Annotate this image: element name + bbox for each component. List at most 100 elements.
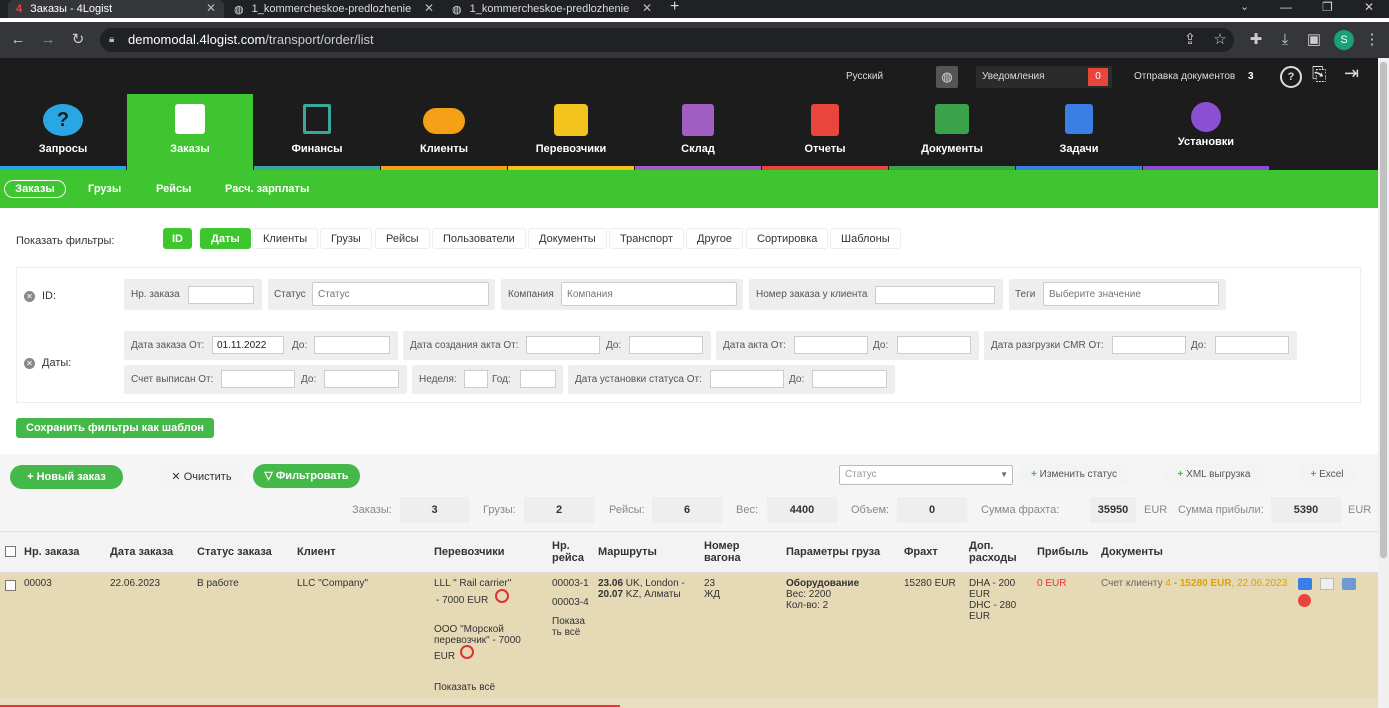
xml-export-button[interactable]: + XML выгрузка	[1164, 463, 1264, 487]
cmr-date-to-input[interactable]	[1215, 336, 1289, 354]
browser-tab[interactable]: ◍ 1_kommercheskoe-predlozhenie ✕	[226, 0, 442, 18]
col-trip-number[interactable]: Нр. рейса	[552, 540, 592, 564]
nav-otchety[interactable]: Отчеты	[762, 94, 888, 170]
nav-perevozchiki[interactable]: Перевозчики	[508, 94, 634, 170]
save-filter-template-button[interactable]: Сохранить фильтры как шаблон	[16, 418, 214, 438]
nav-ustanovki[interactable]: Установки	[1143, 94, 1269, 170]
col-carriers[interactable]: Перевозчики	[434, 546, 505, 558]
tab-search-icon[interactable]: ⌄	[1240, 0, 1249, 13]
col-extra-costs[interactable]: Доп. расходы	[969, 540, 1021, 564]
col-freight[interactable]: Фрахт	[904, 546, 938, 558]
close-tab-icon[interactable]: ✕	[642, 1, 652, 15]
subnav-orders[interactable]: Заказы	[2, 178, 68, 200]
sidepanel-icon[interactable]: ▣	[1304, 30, 1324, 50]
close-window-icon[interactable]: ✕	[1364, 0, 1374, 14]
remove-dates-filter-icon[interactable]: ✕	[24, 358, 35, 369]
carrier-2-name-a[interactable]: ООО "Морской	[434, 624, 504, 635]
filter-tab-other[interactable]: Другое	[686, 228, 743, 249]
nav-finansy[interactable]: Финансы	[254, 94, 380, 170]
remove-id-filter-icon[interactable]: ✕	[24, 291, 35, 302]
logout-icon[interactable]: ⇥	[1344, 63, 1359, 84]
language-globe-icon[interactable]: ◍	[936, 66, 958, 88]
filter-tab-dates[interactable]: Даты	[200, 228, 251, 249]
profile-avatar[interactable]: S	[1334, 30, 1354, 50]
col-order-status[interactable]: Статус заказа	[197, 546, 272, 558]
week-input[interactable]	[464, 370, 488, 388]
browser-tab-active[interactable]: 4 Заказы - 4Logist ✕	[8, 0, 224, 18]
act-created-to-input[interactable]	[629, 336, 703, 354]
new-tab-icon[interactable]: +	[670, 0, 679, 16]
change-status-button[interactable]: + Изменить статус	[1019, 463, 1129, 487]
carrier-1-name[interactable]: LLL " Rail carrier"	[434, 578, 511, 589]
close-tab-icon[interactable]: ✕	[206, 1, 216, 15]
status-select[interactable]: Статус ▼	[839, 465, 1013, 485]
browser-tab[interactable]: ◍ 1_kommercheskoe-predlozhenie ✕	[444, 0, 660, 18]
year-input[interactable]	[520, 370, 556, 388]
invoice-to-input[interactable]	[324, 370, 399, 388]
trip-number-1[interactable]: 00003-1	[552, 578, 589, 589]
col-documents[interactable]: Документы	[1101, 546, 1163, 558]
new-order-button[interactable]: + Новый заказ	[10, 465, 123, 489]
trip-number-2[interactable]: 00003-4	[552, 597, 589, 608]
reload-icon[interactable]: ↻	[68, 30, 88, 50]
delete-order-icon[interactable]	[1298, 594, 1311, 607]
invoice-from-input[interactable]	[221, 370, 295, 388]
subnav-trips[interactable]: Рейсы	[156, 178, 191, 200]
show-all-carriers-link[interactable]: Показать всё	[434, 682, 495, 693]
select-all-checkbox[interactable]	[5, 546, 16, 557]
documents-upload-icon[interactable]: ⎘	[1312, 64, 1326, 85]
col-profit[interactable]: Прибыль	[1037, 546, 1088, 558]
filter-tab-id[interactable]: ID	[163, 228, 192, 249]
nav-zakazy[interactable]: Заказы	[127, 94, 253, 170]
remove-carrier-icon[interactable]	[460, 645, 474, 659]
order-number-input[interactable]	[188, 286, 254, 304]
help-icon[interactable]: ?	[1280, 66, 1302, 88]
filter-tab-cargo[interactable]: Грузы	[320, 228, 372, 249]
nav-zaprosy[interactable]: ? Запросы	[0, 94, 126, 170]
restore-icon[interactable]: ❐	[1322, 0, 1333, 14]
row-order-number[interactable]: 00003	[24, 578, 52, 589]
duplicate-order-icon[interactable]	[1342, 578, 1356, 590]
status-date-to-input[interactable]	[812, 370, 887, 388]
subnav-salary[interactable]: Расч. зарплаты	[225, 178, 309, 200]
edit-order-icon[interactable]	[1298, 578, 1312, 590]
nav-zadachi[interactable]: Задачи	[1016, 94, 1142, 170]
remove-carrier-icon[interactable]	[495, 589, 509, 603]
col-routes[interactable]: Маршруты	[598, 546, 657, 558]
col-order-number[interactable]: Нр. заказа	[24, 546, 79, 558]
excel-export-button[interactable]: + Excel	[1298, 463, 1356, 487]
col-cargo-params[interactable]: Параметры груза	[786, 546, 880, 558]
nav-dokumenty[interactable]: Документы	[889, 94, 1015, 170]
order-date-from-input[interactable]	[212, 336, 284, 354]
clear-button[interactable]: ✕ Очистить	[160, 465, 243, 489]
subnav-cargo[interactable]: Грузы	[88, 178, 121, 200]
row-document[interactable]: Счет клиенту 4 - 15280 EUR, 22.06.2023	[1101, 578, 1287, 589]
filter-tab-trips[interactable]: Рейсы	[375, 228, 430, 249]
filter-tab-transport[interactable]: Транспорт	[609, 228, 684, 249]
col-order-date[interactable]: Дата заказа	[110, 546, 173, 558]
status-input[interactable]	[312, 282, 489, 306]
company-input[interactable]	[561, 282, 737, 306]
filter-button[interactable]: ▽ Фильтровать	[253, 464, 360, 488]
col-client[interactable]: Клиент	[297, 546, 336, 558]
filter-tab-documents[interactable]: Документы	[528, 228, 607, 249]
filter-tab-users[interactable]: Пользователи	[432, 228, 526, 249]
row-client[interactable]: LLC "Company"	[297, 578, 368, 589]
status-date-from-input[interactable]	[710, 370, 784, 388]
filter-tab-sorting[interactable]: Сортировка	[746, 228, 829, 249]
order-date-to-input[interactable]	[314, 336, 390, 354]
page-scrollbar[interactable]	[1378, 58, 1389, 708]
show-all-trips-link-a[interactable]: Показа	[552, 616, 585, 627]
act-date-from-input[interactable]	[794, 336, 868, 354]
carrier-2-name-b[interactable]: перевозчик" - 7000	[434, 635, 521, 646]
download-icon[interactable]: ⤓	[1275, 30, 1295, 50]
filter-tab-templates[interactable]: Шаблоны	[830, 228, 901, 249]
tags-input[interactable]	[1043, 282, 1219, 306]
extensions-icon[interactable]: ✚	[1246, 30, 1266, 50]
address-bar[interactable]: 🔒︎ demomodal.4logist.com/transport/order…	[100, 28, 1234, 52]
bookmark-star-icon[interactable]: ☆	[1210, 30, 1230, 50]
copy-order-icon[interactable]	[1320, 578, 1334, 590]
act-created-from-input[interactable]	[526, 336, 600, 354]
nav-klienty[interactable]: Клиенты	[381, 94, 507, 170]
forward-icon[interactable]: →	[38, 30, 58, 50]
